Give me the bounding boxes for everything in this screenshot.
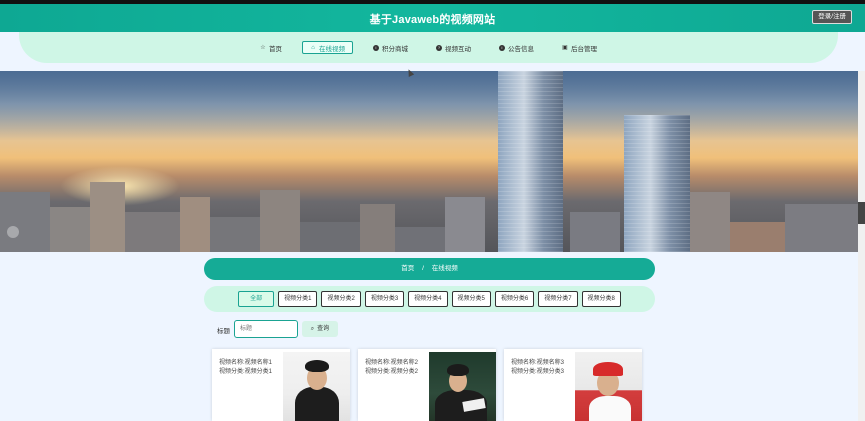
nav-item-label: 视频互动 bbox=[445, 45, 471, 53]
category-button[interactable]: 视频分类8 bbox=[581, 291, 621, 307]
video-name: 视频名称:视频名称1 bbox=[219, 360, 273, 366]
nav-item-points-mall[interactable]: i 积分商城 bbox=[365, 41, 416, 54]
video-thumbnail[interactable] bbox=[283, 352, 350, 421]
video-name: 视频名称:视频名称2 bbox=[365, 360, 419, 366]
page-scrollbar[interactable] bbox=[858, 71, 865, 421]
nav-item-label: 积分商城 bbox=[382, 45, 408, 53]
video-category: 视频分类:视频分类3 bbox=[511, 369, 565, 375]
nav-item-video-interaction[interactable]: ? 视频互动 bbox=[428, 41, 479, 54]
search-label: 标题 bbox=[217, 328, 230, 335]
nav-item-label: 后台管理 bbox=[571, 45, 597, 53]
category-filter-bar: 全部 视频分类1 视频分类2 视频分类3 视频分类4 视频分类5 视频分类6 视… bbox=[204, 286, 655, 312]
building bbox=[395, 227, 445, 252]
video-card[interactable]: 视频名称:视频名称3 视频分类:视频分类3 bbox=[504, 349, 642, 421]
nav-item-label: 公告信息 bbox=[508, 45, 534, 53]
category-button[interactable]: 视频分类3 bbox=[364, 291, 405, 307]
category-button[interactable]: 视频分类5 bbox=[451, 291, 491, 307]
video-thumbnail[interactable] bbox=[429, 352, 496, 421]
title-search-input[interactable] bbox=[234, 320, 298, 338]
building bbox=[785, 204, 858, 252]
breadcrumb-separator: / bbox=[422, 265, 424, 272]
video-category: 视频分类:视频分类2 bbox=[365, 369, 419, 375]
search-icon: ⌕ bbox=[310, 326, 315, 332]
help-circle-icon: ? bbox=[436, 44, 442, 51]
video-card[interactable]: 视频名称:视频名称2 视频分类:视频分类2 bbox=[358, 349, 496, 421]
side-handle[interactable] bbox=[858, 202, 865, 224]
bag-icon: ⌂ bbox=[311, 44, 315, 51]
nav-item-label: 首页 bbox=[269, 45, 282, 53]
main-nav: ☆ 首页 ⌂ 在线视频 i 积分商城 ? 视频互动 i 公告信息 ▣ 后台管理 bbox=[19, 32, 838, 63]
building bbox=[300, 222, 360, 252]
breadcrumb-home[interactable]: 首页 bbox=[401, 265, 414, 272]
building bbox=[690, 192, 730, 252]
building bbox=[0, 192, 50, 252]
breadcrumb: 首页 / 在线视频 bbox=[204, 258, 655, 280]
search-button-label: 查询 bbox=[317, 326, 330, 332]
video-category: 视频分类:视频分类1 bbox=[219, 369, 273, 375]
category-button[interactable]: 视频分类1 bbox=[278, 291, 318, 307]
banner-carousel[interactable] bbox=[0, 71, 858, 252]
building bbox=[360, 204, 395, 252]
nav-item-label: 在线视频 bbox=[319, 45, 345, 53]
nav-item-online-video[interactable]: ⌂ 在线视频 bbox=[302, 41, 353, 54]
building bbox=[445, 197, 485, 252]
category-button[interactable]: 视频分类4 bbox=[408, 291, 448, 307]
nav-item-home[interactable]: ☆ 首页 bbox=[252, 41, 290, 54]
building bbox=[50, 207, 90, 252]
tower bbox=[624, 115, 690, 252]
login-register-button[interactable]: 登录/注册 bbox=[812, 10, 852, 24]
tower bbox=[498, 71, 563, 252]
breadcrumb-current: 在线视频 bbox=[431, 265, 458, 272]
category-all-button[interactable]: 全部 bbox=[238, 291, 275, 307]
search-button[interactable]: ⌕ 查询 bbox=[302, 321, 338, 337]
video-thumbnail[interactable] bbox=[575, 352, 642, 421]
building bbox=[260, 190, 300, 252]
building bbox=[125, 212, 180, 252]
building bbox=[90, 182, 125, 252]
video-card[interactable]: 视频名称:视频名称1 视频分类:视频分类1 bbox=[212, 349, 350, 421]
nav-item-announcements[interactable]: i 公告信息 bbox=[491, 41, 542, 54]
info-circle-icon: i bbox=[499, 44, 505, 51]
site-header: 基于Javaweb的视频网站 登录/注册 bbox=[0, 4, 865, 32]
category-button[interactable]: 视频分类6 bbox=[494, 291, 535, 307]
category-button[interactable]: 视频分类2 bbox=[321, 291, 361, 307]
category-button[interactable]: 视频分类7 bbox=[538, 291, 578, 307]
building bbox=[180, 197, 210, 252]
gift-icon: ▣ bbox=[562, 44, 568, 51]
building bbox=[570, 212, 620, 252]
carousel-prev-button[interactable] bbox=[7, 226, 19, 238]
info-circle-icon: i bbox=[373, 44, 379, 51]
star-icon: ☆ bbox=[260, 44, 266, 51]
video-name: 视频名称:视频名称3 bbox=[511, 360, 565, 366]
building bbox=[730, 222, 785, 252]
building bbox=[210, 217, 260, 252]
site-title: 基于Javaweb的视频网站 bbox=[369, 14, 496, 26]
nav-item-admin[interactable]: ▣ 后台管理 bbox=[554, 41, 605, 54]
